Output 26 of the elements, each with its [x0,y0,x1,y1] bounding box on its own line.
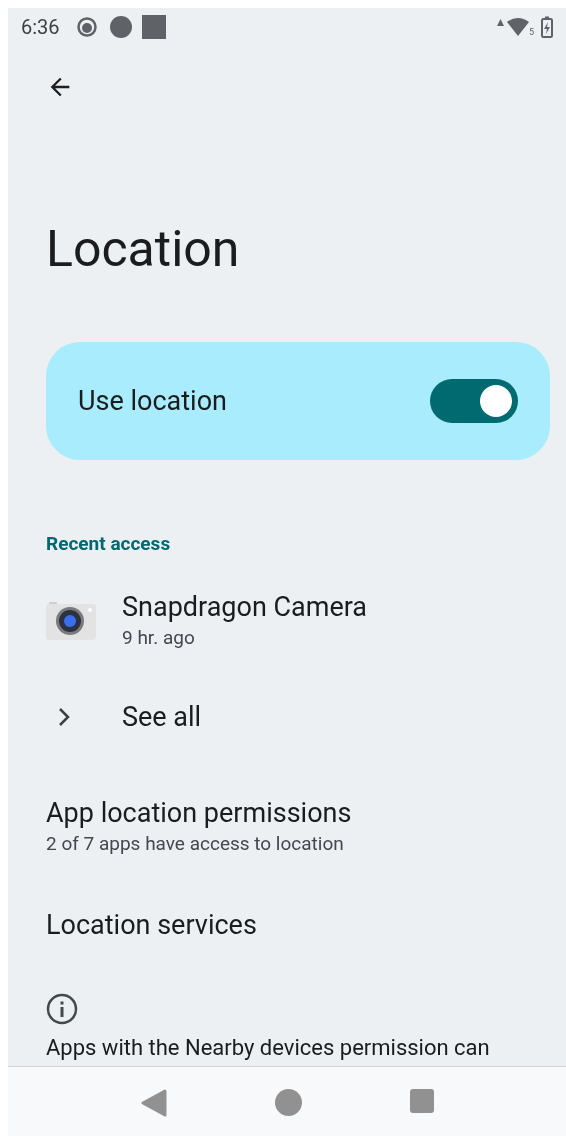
page-title: Location [46,219,241,279]
access-time: 9 hr. ago [122,624,196,651]
wifi-network-number: 5 [528,27,534,37]
see-all-row[interactable]: See all [46,696,528,737]
circle-icon [109,15,132,38]
use-location-card[interactable]: Use location [46,342,550,460]
recent-app-row[interactable]: Snapdragon Camera 9 hr. ago [46,588,528,651]
home-circle-icon[interactable] [274,1089,302,1116]
data-arrow-icon [497,19,504,26]
section-heading: Recent access [46,531,172,557]
info-icon [46,993,78,1025]
settings-item[interactable]: Location services [46,907,528,943]
square-icon [141,14,166,39]
info-text: Apps with the Nearby devices permission can [46,1034,491,1062]
app-name: Snapdragon Camera [122,589,368,625]
settings-item[interactable]: App location permissions 2 of 7 apps have access to location [46,795,528,857]
setting-summary: 2 of 7 apps have access to location [46,831,345,857]
use-location-label: Use location [78,383,227,419]
battery-charging-icon [541,15,553,38]
status-time: 6:36 [21,13,60,41]
setting-title: App location permissions [46,796,353,831]
back-triangle-icon[interactable] [140,1089,167,1117]
toggle-switch[interactable] [430,379,518,423]
camera-icon [46,599,96,640]
recents-square-icon[interactable] [409,1089,434,1113]
wifi-icon [507,17,529,36]
